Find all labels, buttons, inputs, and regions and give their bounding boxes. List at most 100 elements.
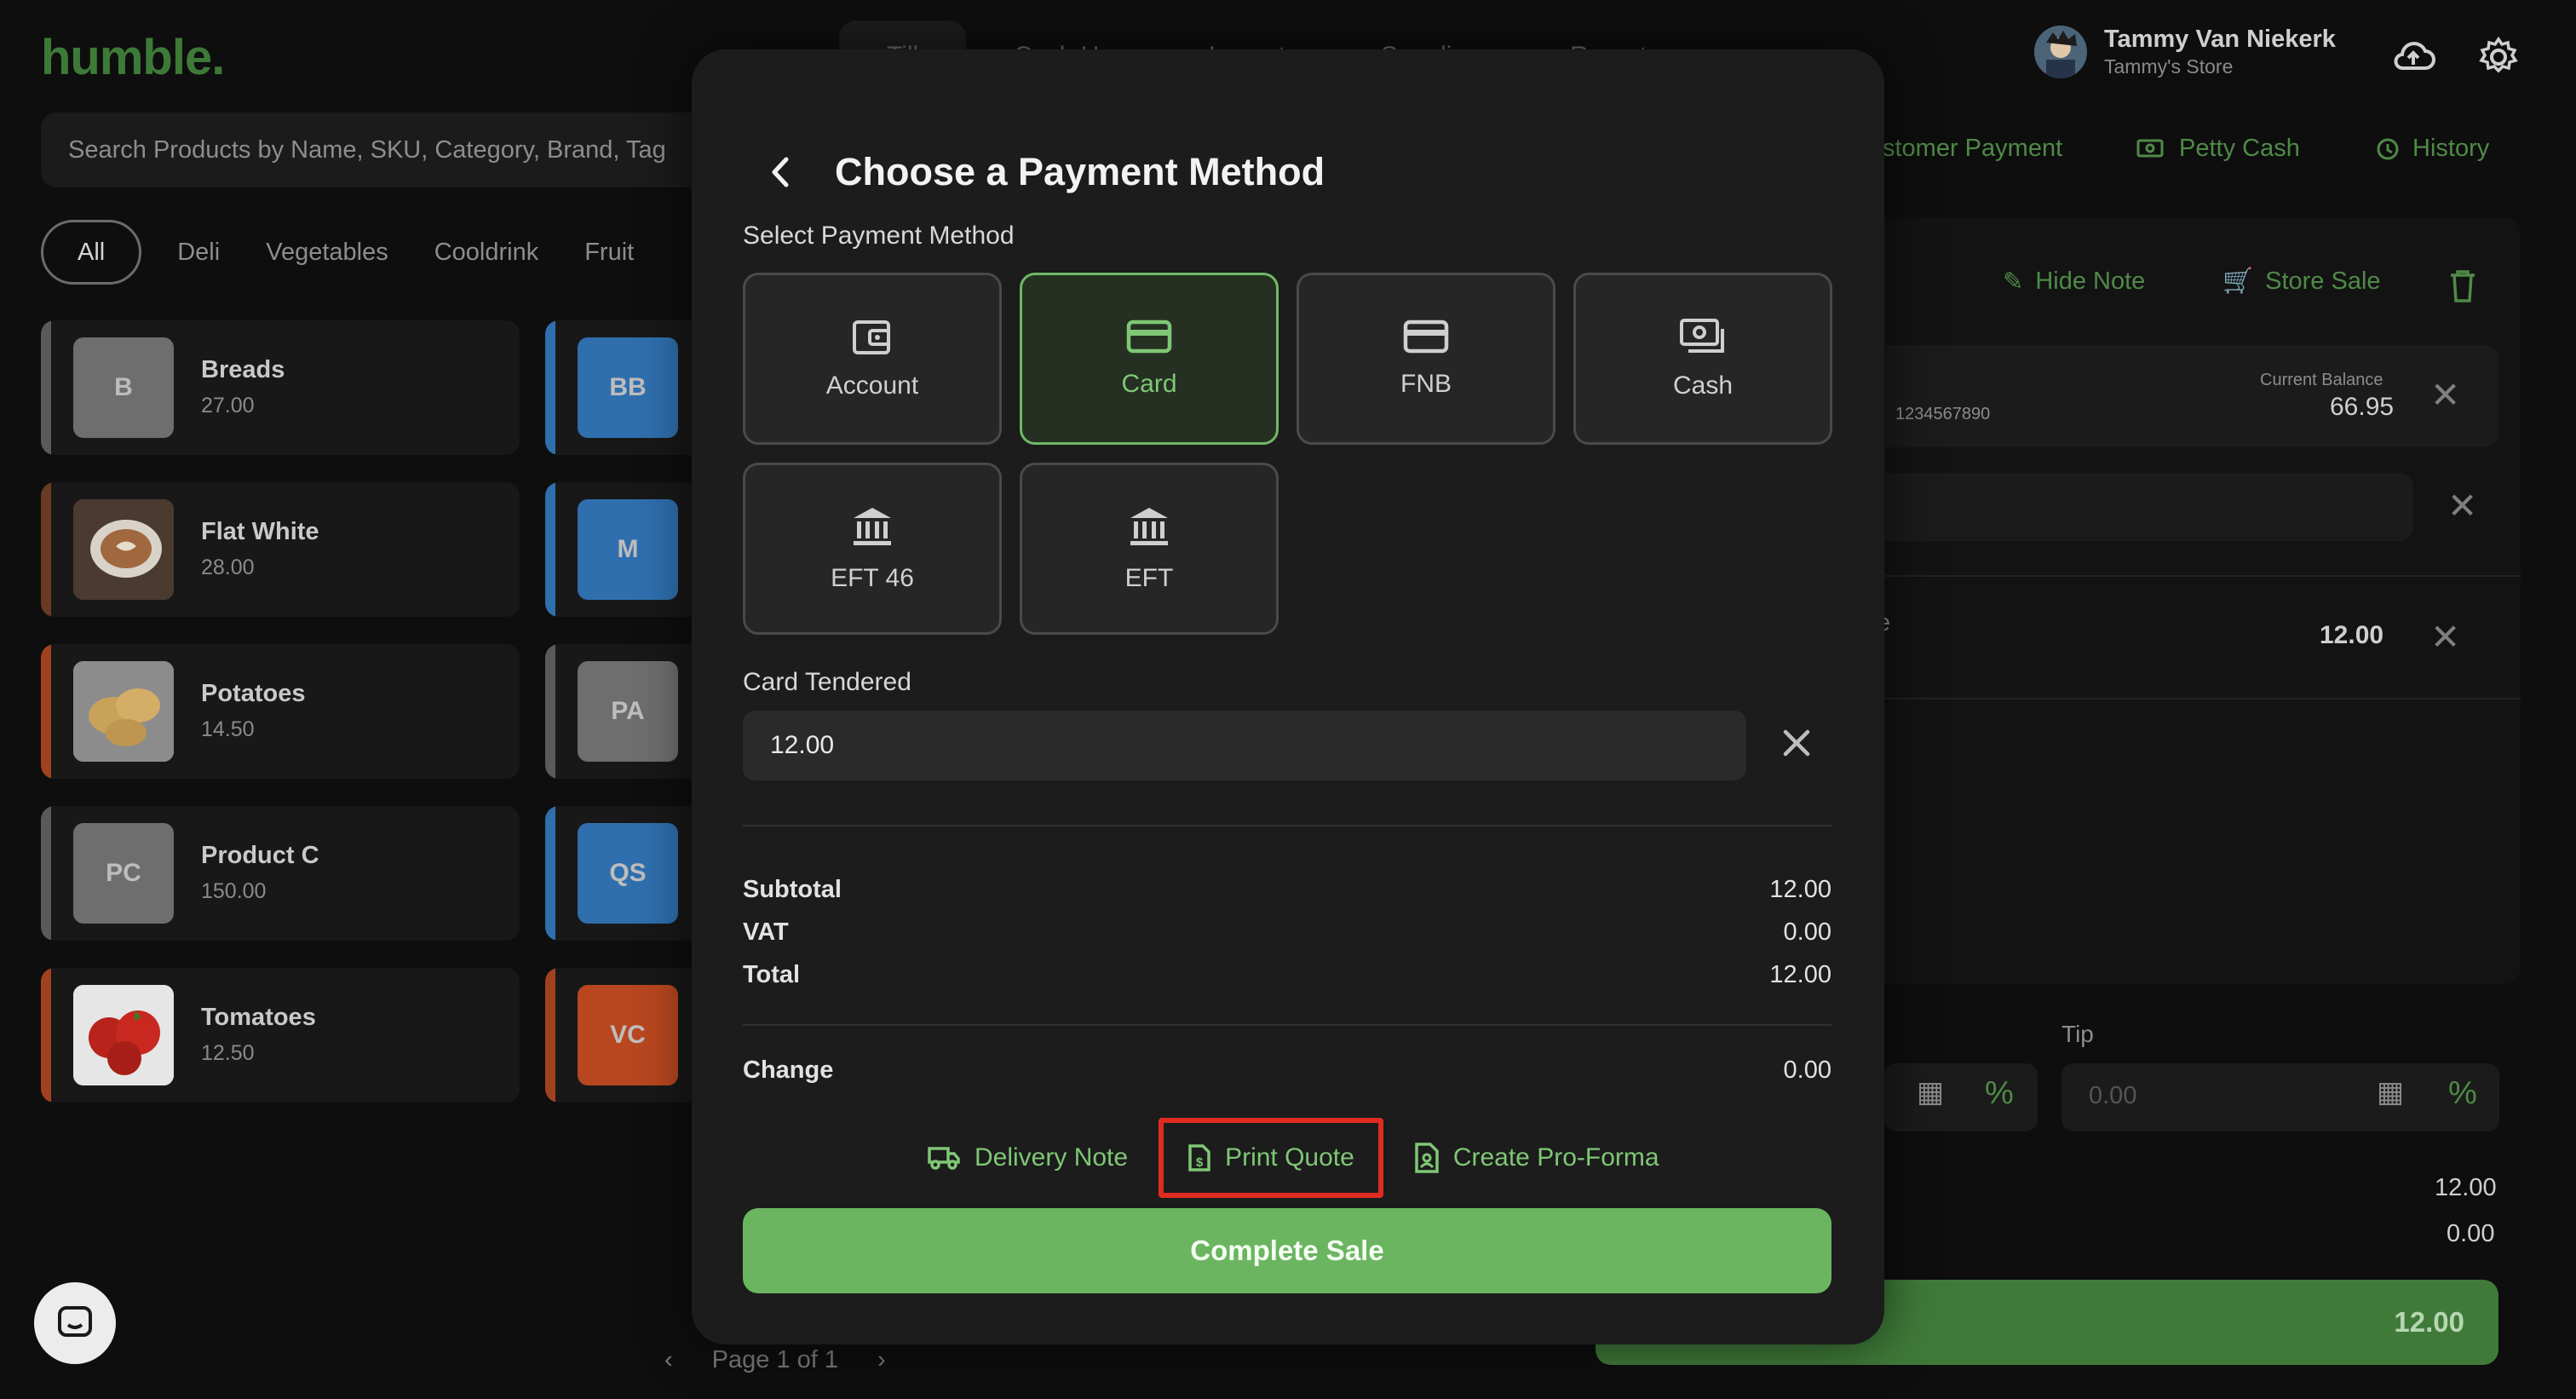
close-icon[interactable]: ✕	[2447, 488, 2477, 524]
method-label: Card	[1121, 370, 1177, 398]
product-image	[73, 985, 174, 1085]
product-name: Product C	[201, 842, 319, 869]
store-sale-button[interactable]: 🛒 Store Sale	[2222, 267, 2381, 296]
hide-note-button[interactable]: ✎ Hide Note	[2003, 267, 2145, 296]
keypad-icon[interactable]: ▦	[1917, 1075, 1944, 1109]
vat-value: 0.00	[1783, 918, 1831, 946]
product-card[interactable]: Tomatoes 12.50	[41, 968, 520, 1103]
percent-icon[interactable]: %	[2448, 1075, 2477, 1112]
credit-card-icon	[1126, 320, 1172, 354]
chevron-left-icon	[772, 157, 789, 187]
back-button[interactable]	[763, 155, 797, 189]
history-link[interactable]: History	[2373, 135, 2489, 163]
product-card[interactable]: Potatoes 14.50	[41, 644, 520, 779]
product-name: Breads	[201, 356, 285, 383]
divider	[743, 1024, 1831, 1026]
trash-icon[interactable]	[2447, 268, 2478, 304]
cart-icon: 🛒	[2222, 268, 2254, 295]
cloud-upload-icon[interactable]	[2390, 34, 2436, 80]
history-icon	[2377, 138, 2399, 159]
payment-method-cash[interactable]: Cash	[1573, 273, 1832, 445]
store-name: Tammy's Store	[2104, 55, 2234, 78]
product-name: Tomatoes	[201, 1004, 316, 1031]
category-all[interactable]: All	[41, 220, 142, 285]
change-value: 0.00	[1783, 1056, 1831, 1084]
close-icon[interactable]: ✕	[2430, 377, 2460, 413]
clear-tendered-button[interactable]	[1782, 724, 1811, 763]
method-label: EFT 46	[831, 564, 914, 592]
humble-logo: humble.	[41, 30, 225, 85]
print-quote-button[interactable]: $ Print Quote	[1159, 1118, 1383, 1198]
method-label: EFT	[1124, 564, 1174, 592]
product-card[interactable]: M	[545, 482, 716, 617]
user-profile[interactable]: Tammy Van Niekerk Tammy's Store	[2034, 26, 2336, 78]
chevron-right-icon[interactable]: ›	[877, 1346, 886, 1374]
tendered-amount-input[interactable]: 12.00	[743, 711, 1746, 780]
product-card[interactable]: Flat White 28.00	[41, 482, 520, 617]
close-icon	[1783, 729, 1810, 757]
product-card[interactable]: BB	[545, 320, 716, 455]
tip-input[interactable]: 0.00 ▦ %	[2061, 1063, 2499, 1131]
payment-method-account[interactable]: Account	[743, 273, 1002, 445]
method-label: Account	[825, 371, 919, 400]
note-edit-icon: ✎	[2003, 268, 2024, 296]
total-value: 12.00	[1769, 961, 1831, 988]
category-cooldrink[interactable]: Cooldrink	[424, 220, 549, 285]
subtotal-label: Subtotal	[743, 876, 842, 903]
payment-method-card[interactable]: Card	[1020, 273, 1279, 445]
product-price: 28.00	[201, 556, 255, 579]
credit-card-icon	[1403, 320, 1449, 354]
delivery-note-button[interactable]: Delivery Note	[905, 1118, 1150, 1198]
payment-method-eft-46[interactable]: EFT 46	[743, 463, 1002, 635]
product-image	[73, 499, 174, 600]
close-icon[interactable]: ✕	[2430, 619, 2460, 655]
category-deli[interactable]: Deli	[167, 220, 230, 285]
chat-launcher-button[interactable]	[34, 1282, 116, 1364]
category-filter: All Deli Vegetables Cooldrink Fruit	[41, 220, 644, 285]
svg-text:$: $	[1196, 1155, 1204, 1170]
category-fruit[interactable]: Fruit	[574, 220, 644, 285]
cart-vat: 0.00	[2447, 1220, 2495, 1247]
product-card[interactable]: PC Product C 150.00	[41, 806, 520, 941]
product-card[interactable]: PA	[545, 644, 716, 779]
document-dollar-icon: $	[1188, 1144, 1210, 1172]
subtotal-value: 12.00	[1769, 876, 1831, 903]
divider	[743, 825, 1831, 826]
chevron-left-icon[interactable]: ‹	[664, 1346, 673, 1374]
payment-method-fnb[interactable]: FNB	[1297, 273, 1555, 445]
change-row: Change 0.00	[743, 1056, 1831, 1085]
subtotal-row: Subtotal 12.00	[743, 876, 1831, 904]
bank-icon	[854, 508, 891, 545]
payment-method-eft[interactable]: EFT	[1020, 463, 1279, 635]
vat-label: VAT	[743, 918, 789, 946]
product-thumbnail: PA	[578, 661, 678, 762]
bank-icon	[1130, 508, 1168, 545]
document-actions: Delivery Note $ Print Quote Create Pro-F…	[905, 1118, 1682, 1198]
percent-icon[interactable]: %	[1985, 1075, 2014, 1112]
category-vegetables[interactable]: Vegetables	[256, 220, 399, 285]
product-card[interactable]: VC	[545, 968, 716, 1103]
product-price: 12.50	[201, 1041, 255, 1065]
product-price: 150.00	[201, 879, 267, 903]
product-thumbnail: QS	[578, 823, 678, 924]
cart-subtotal: 12.00	[2435, 1174, 2497, 1201]
pagination: ‹ Page 1 of 1 ›	[664, 1346, 886, 1374]
product-card[interactable]: B Breads 27.00	[41, 320, 520, 455]
keypad-icon[interactable]: ▦	[2377, 1075, 2404, 1109]
page-indicator: Page 1 of 1	[711, 1346, 839, 1373]
product-name: Flat White	[201, 518, 319, 545]
discount-field[interactable]	[1884, 1063, 2038, 1131]
product-price: 14.50	[201, 717, 255, 741]
gear-icon[interactable]	[2475, 34, 2521, 80]
method-label: Cash	[1672, 371, 1734, 400]
document-user-icon	[1415, 1143, 1439, 1173]
vat-row: VAT 0.00	[743, 918, 1831, 947]
petty-cash-link[interactable]: Petty Cash	[2136, 135, 2300, 163]
product-card[interactable]: QS	[545, 806, 716, 941]
wallet-icon	[853, 320, 890, 354]
current-balance-label: Current Balance	[2260, 371, 2383, 389]
line-item-amount: 12.00	[2320, 621, 2384, 649]
customer-payment-link[interactable]: stomer Payment	[1883, 135, 2062, 163]
create-pro-forma-button[interactable]: Create Pro-Forma	[1392, 1118, 1682, 1198]
complete-sale-button[interactable]: Complete Sale	[743, 1208, 1831, 1293]
